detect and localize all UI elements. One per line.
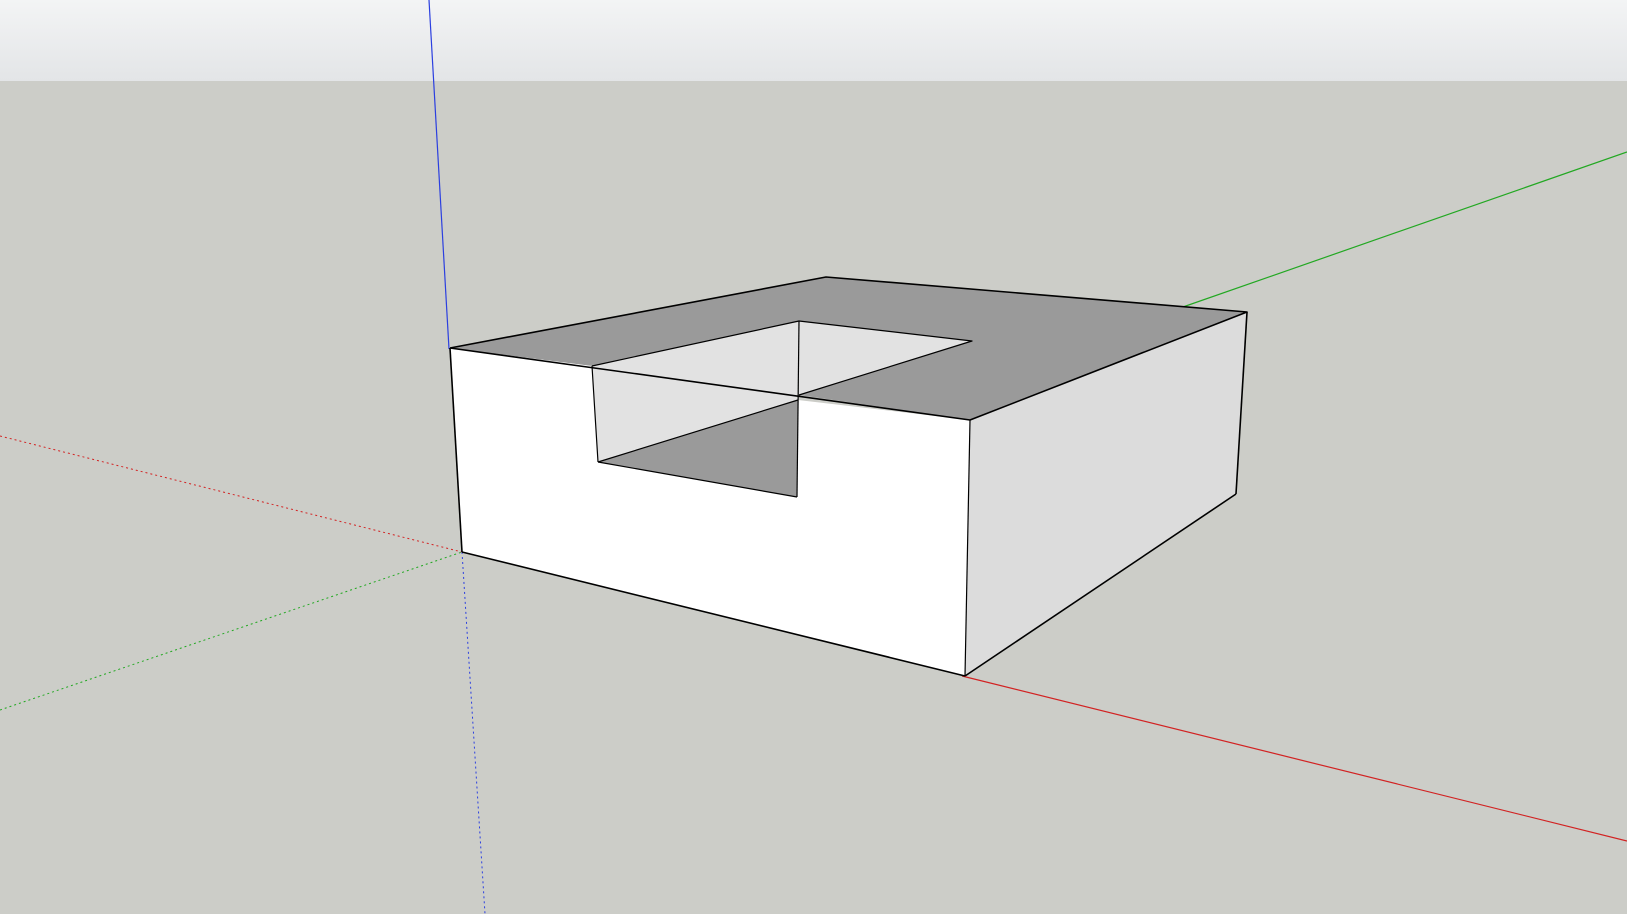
sky xyxy=(0,0,1627,81)
3d-viewport[interactable] xyxy=(0,0,1627,914)
model-scene[interactable] xyxy=(0,0,1627,914)
